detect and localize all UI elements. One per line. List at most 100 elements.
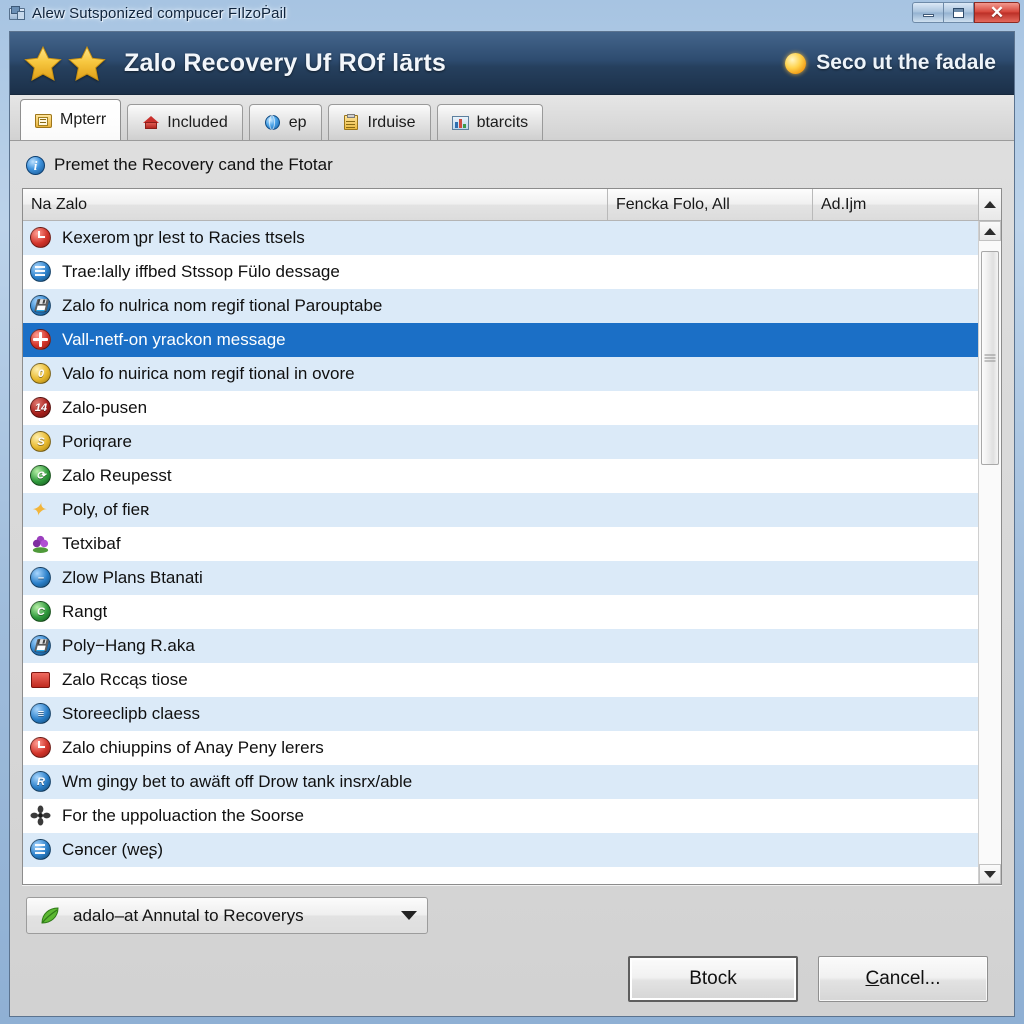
tab-mpterr[interactable]: Mpterr — [20, 99, 122, 140]
computer-alert-icon — [8, 5, 26, 21]
blue-list-badge-icon: ≡ — [29, 702, 53, 726]
list-item[interactable]: – Zlow Plans Btanati — [23, 561, 978, 595]
chart-icon — [451, 114, 470, 131]
maximize-button[interactable] — [943, 2, 974, 23]
chevron-up-icon — [984, 201, 996, 208]
blue-doc-badge-icon — [29, 838, 53, 862]
tab-label: Included — [167, 113, 228, 131]
list-item[interactable]: Zalo Rccąs tiose — [23, 663, 978, 697]
dialog-frame: Zalo Recovery Uf ROf lārts Seco ut the f… — [9, 31, 1015, 1017]
vertical-scrollbar[interactable] — [978, 221, 1001, 884]
title-bar: Alew Sutsponized compucer FIlzoṖail ✕ — [0, 0, 1024, 26]
tab-btarcits[interactable]: btarcits — [436, 104, 544, 140]
list-item[interactable]: 💾 Poly−Hang R.aka — [23, 629, 978, 663]
globe-icon — [264, 114, 282, 131]
list-item[interactable]: 14 Zalo-pusen — [23, 391, 978, 425]
chevron-down-icon[interactable] — [401, 911, 417, 920]
darkred-14-badge-icon: 14 — [29, 396, 53, 420]
propeller-icon — [29, 804, 53, 828]
banner-right[interactable]: Seco ut the fadale — [785, 51, 996, 75]
list-item-label: Tetxibaf — [62, 534, 121, 553]
green-leaf-icon — [39, 906, 61, 926]
red-plus-badge-icon — [29, 328, 53, 352]
close-button[interactable]: ✕ — [974, 2, 1020, 23]
list-item[interactable]: ⟳ Zalo Reupesst — [23, 459, 978, 493]
column-header-folder[interactable]: Fencka Folo, All — [608, 189, 813, 220]
window-controls: ✕ — [912, 2, 1020, 23]
list-item[interactable]: ✦ Poly, of fieʀ — [23, 493, 978, 527]
gold-zero-badge-icon: 0 — [29, 362, 53, 386]
gold-star-icon: ✦ — [30, 500, 46, 521]
scroll-up-arrow[interactable] — [978, 189, 1001, 220]
list-item[interactable]: Tetxibaf — [23, 527, 978, 561]
list-item-label: Zlow Plans Btanati — [62, 568, 203, 587]
chevron-down-icon — [984, 870, 996, 878]
list-item-label: Zalo Rccąs tiose — [62, 670, 188, 689]
list-item[interactable]: Zalo chiuppins of Anay Peny lerers — [23, 731, 978, 765]
cancel-rest: ancel... — [879, 968, 941, 989]
minimize-button[interactable] — [912, 2, 943, 23]
list-item[interactable]: S Poriqrare — [23, 425, 978, 459]
star-icon — [68, 45, 106, 81]
blue-r-badge-icon: R — [29, 770, 53, 794]
cancel-button-label: Cancel... — [866, 968, 941, 990]
list-column-headers: Na Zalo Fencka Folo, All Ad.Ijm — [23, 189, 1001, 221]
tab-ep[interactable]: ep — [248, 104, 322, 140]
list-item-label: Vall-netf-on yrackon message — [62, 330, 286, 349]
tab-irduise[interactable]: Irduise — [327, 104, 431, 140]
list-item-label: Trae:lally iffbed Stssop Fülo dessage — [62, 262, 340, 281]
list-item[interactable]: For the uppoluaction the Soorse — [23, 799, 978, 833]
list-item[interactable]: Trae:lally iffbed Stssop Fülo dessage — [23, 255, 978, 289]
sun-icon — [785, 52, 807, 74]
list-item-label: Wm gingy bet to awäft off Drow tank insr… — [62, 772, 413, 791]
column-header-adijm[interactable]: Ad.Ijm — [813, 189, 978, 220]
info-icon: i — [26, 155, 45, 175]
tab-included[interactable]: Included — [127, 104, 243, 140]
scrollbar-track[interactable] — [979, 241, 1001, 864]
list-item[interactable]: C Rangt — [23, 595, 978, 629]
list-item-label: For the uppoluaction the Soorse — [62, 806, 304, 825]
scroll-thumb[interactable] — [981, 251, 999, 465]
window-title: Alew Sutsponized compucer FIlzoṖail — [32, 4, 287, 22]
banner: Zalo Recovery Uf ROf lārts Seco ut the f… — [10, 32, 1014, 95]
cancel-button[interactable]: Cancel... — [818, 956, 988, 1002]
list-item[interactable]: ≡ Storeeclipb claess — [23, 697, 978, 731]
recovery-list-view[interactable]: Na Zalo Fencka Folo, All Ad.Ijm Kexerom — [22, 188, 1002, 885]
dialog-button-bar: Btock Cancel... — [22, 934, 1002, 1016]
bottom-bar: adalo–at Annutal to Recoverys — [22, 885, 1002, 934]
red-book-icon — [29, 668, 53, 692]
list-item[interactable]: R Wm gingy bet to awäft off Drow tank in… — [23, 765, 978, 799]
info-line-text: Premet the Recovery cand the Ftotar — [54, 155, 333, 174]
list-item[interactable]: Cəncer (weʂ) — [23, 833, 978, 867]
tab-label: ep — [288, 113, 307, 131]
minimize-icon — [922, 14, 934, 17]
list-item[interactable]: 0 Valo fo nuirica nom regif tional in ov… — [23, 357, 978, 391]
list-body: Kexerom ʅpr lest to Racies ttsels Trae:l… — [23, 221, 1001, 884]
list-rows: Kexerom ʅpr lest to Racies ttsels Trae:l… — [23, 221, 978, 884]
list-item-label: Poriqrare — [62, 432, 132, 451]
list-item-label: Kexerom ʅpr lest to Racies ttsels — [62, 228, 305, 247]
list-item[interactable]: Kexerom ʅpr lest to Racies ttsels — [23, 221, 978, 255]
blue-doc-badge-icon — [29, 260, 53, 284]
chevron-up-icon — [984, 227, 996, 235]
scroll-thumb-grip — [984, 354, 996, 362]
scroll-up-button[interactable] — [979, 221, 1001, 241]
list-item[interactable]: 💾 Zalo fo nulrica nom regif tional Parou… — [23, 289, 978, 323]
dropdown-value: adalo–at Annutal to Recoverys — [73, 905, 304, 925]
banner-right-label: Seco ut the fadale — [816, 51, 996, 74]
block-button-label: Btock — [689, 968, 737, 989]
gold-s-badge-icon: S — [29, 430, 53, 454]
red-clock-badge-icon — [29, 736, 53, 760]
column-header-name[interactable]: Na Zalo — [23, 189, 608, 220]
banner-title: Zalo Recovery Uf ROf lārts — [124, 48, 446, 77]
block-button[interactable]: Btock — [628, 956, 798, 1002]
recovery-action-dropdown[interactable]: adalo–at Annutal to Recoverys — [26, 897, 428, 934]
green-badge-icon: ⟳ — [29, 464, 53, 488]
list-item-label: Zalo fo nulrica nom regif tional Paroupt… — [62, 296, 383, 315]
blue-minus-badge-icon: – — [29, 566, 53, 590]
purple-flower-icon — [29, 532, 53, 556]
application-window: Alew Sutsponized compucer FIlzoṖail ✕ Za… — [0, 0, 1024, 1024]
scroll-down-button[interactable] — [979, 864, 1001, 884]
cancel-accel: C — [865, 968, 880, 989]
list-item-selected[interactable]: Vall-netf-on yrackon message — [23, 323, 978, 357]
